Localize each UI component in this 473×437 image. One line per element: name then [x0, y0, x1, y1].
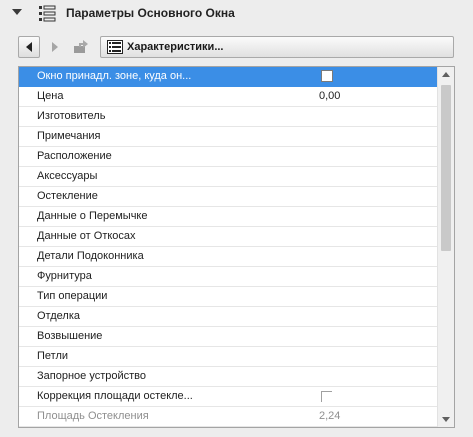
- property-row[interactable]: Детали Подоконника: [19, 247, 437, 267]
- property-name: Петли: [37, 350, 69, 362]
- property-row[interactable]: Остекление: [19, 187, 437, 207]
- property-name: Аксессуары: [37, 170, 98, 182]
- scroll-up-arrow-icon[interactable]: [442, 72, 450, 77]
- property-value[interactable]: 0,00: [319, 90, 340, 102]
- panel-title: Параметры Основного Окна: [66, 6, 235, 20]
- property-name: Отделка: [37, 310, 80, 322]
- dropdown-label: Характеристики...: [127, 41, 224, 53]
- triangle-down-icon[interactable]: [12, 9, 22, 15]
- property-name: Цена: [37, 90, 64, 102]
- property-row[interactable]: Коррекция площади остекле...: [19, 387, 437, 407]
- back-button[interactable]: [18, 36, 40, 58]
- property-name: Данные о Перемычке: [37, 210, 148, 222]
- scroll-down-arrow-icon[interactable]: [442, 417, 450, 422]
- property-name: Примечания: [37, 130, 101, 142]
- forward-button[interactable]: [44, 36, 66, 58]
- property-checkbox-disabled: [321, 391, 332, 402]
- scrollbar-thumb[interactable]: [441, 85, 451, 251]
- property-row[interactable]: Цена 0,00: [19, 87, 437, 107]
- window-grid-icon: [39, 5, 56, 22]
- property-name: Площадь Остекления: [37, 410, 149, 422]
- arrow-left-icon: [26, 42, 32, 52]
- property-name: Детали Подоконника: [37, 250, 144, 262]
- property-name: Окно принадл. зоне, куда он...: [37, 70, 192, 82]
- panel-header[interactable]: Параметры Основного Окна: [0, 0, 473, 28]
- property-name: Коррекция площади остекле...: [37, 390, 193, 402]
- property-row[interactable]: Данные от Откосах: [19, 227, 437, 247]
- property-name: Возвышение: [37, 330, 103, 342]
- property-row[interactable]: Изготовитель: [19, 107, 437, 127]
- property-name: Фурнитура: [37, 270, 92, 282]
- settings-dropdown[interactable]: Характеристики...: [100, 36, 454, 58]
- property-name: Запорное устройство: [37, 370, 146, 382]
- vertical-scrollbar[interactable]: [437, 67, 454, 427]
- arrow-right-icon: [52, 42, 58, 52]
- properties-list[interactable]: Окно принадл. зоне, куда он... Цена 0,00 Из…: [18, 66, 455, 428]
- property-value: 2,24: [319, 410, 341, 422]
- property-row[interactable]: Петли: [19, 347, 437, 367]
- grid-panel-icon: [107, 40, 123, 54]
- property-row[interactable]: Возвышение: [19, 327, 437, 347]
- property-row[interactable]: Аксессуары: [19, 167, 437, 187]
- property-checkbox[interactable]: [321, 70, 333, 82]
- property-row[interactable]: Окно принадл. зоне, куда он...: [19, 67, 437, 87]
- export-button[interactable]: [70, 36, 92, 58]
- property-name: Данные от Откосах: [37, 230, 136, 242]
- property-row[interactable]: Площадь Остекления 2,24: [19, 407, 437, 427]
- property-row[interactable]: Примечания: [19, 127, 437, 147]
- property-row[interactable]: Фурнитура: [19, 267, 437, 287]
- property-row[interactable]: Запорное устройство: [19, 367, 437, 387]
- property-name: Расположение: [37, 150, 112, 162]
- property-name: Тип операции: [37, 290, 108, 302]
- property-row[interactable]: Отделка: [19, 307, 437, 327]
- property-row[interactable]: Тип операции: [19, 287, 437, 307]
- toolbar: Характеристики...: [0, 34, 473, 59]
- property-row[interactable]: Расположение: [19, 147, 437, 167]
- export-icon: [74, 40, 88, 53]
- property-name: Изготовитель: [37, 110, 106, 122]
- property-row[interactable]: Данные о Перемычке: [19, 207, 437, 227]
- property-name: Остекление: [37, 190, 98, 202]
